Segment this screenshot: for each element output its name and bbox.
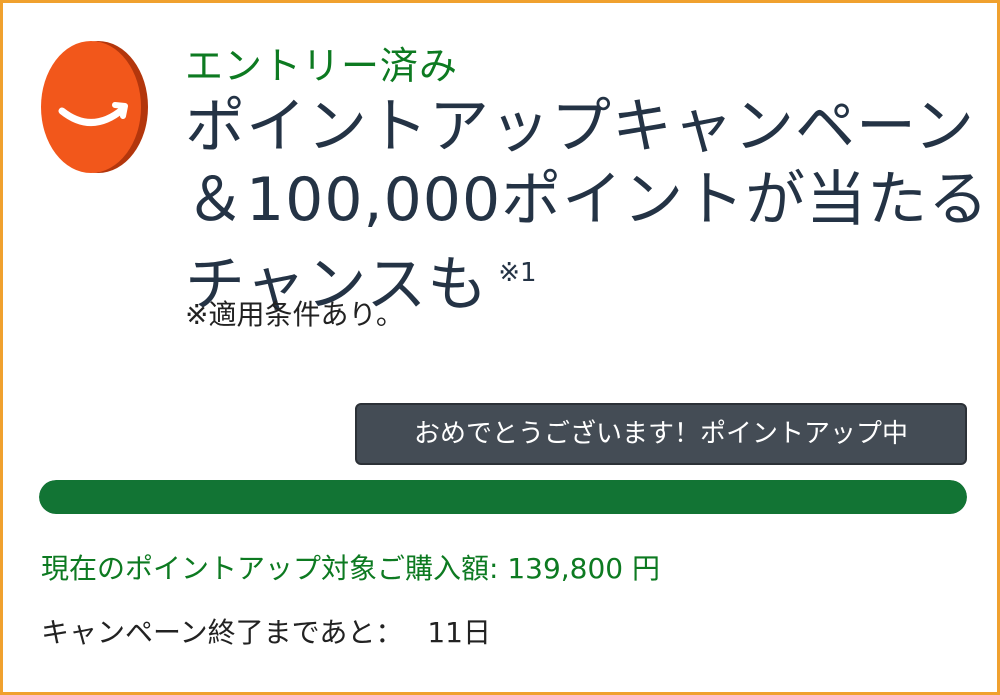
campaign-end-label: キャンペーン終了まであと： [41,616,404,649]
entry-status: エントリー済み [185,44,459,88]
campaign-title-line-1: ポイントアップキャンペーン [185,92,975,162]
campaign-days-left: 11日 [427,616,491,649]
terms-note: ※適用条件あり。 [185,298,404,331]
purchase-amount: 現在のポイントアップ対象ご購入額: 139,800 円 [41,552,661,585]
congrats-banner: おめでとうございます！ポイントアップ中 [355,403,967,465]
progress-bar [39,480,967,514]
campaign-card: エントリー済み ポイントアップキャンペーン ＆100,000ポイントが当たる チ… [0,0,1000,695]
progress-bar-fill [39,480,967,514]
campaign-title: ポイントアップキャンペーン ＆100,000ポイントが当たる チャンスも ※1 [185,91,990,322]
amazon-smile-coin-icon [37,39,149,175]
footnote-mark: ※1 [498,258,537,288]
campaign-title-line-2: ＆100,000ポイントが当たる [185,165,990,235]
campaign-remaining: キャンペーン終了まであと： 11日 [41,613,491,653]
